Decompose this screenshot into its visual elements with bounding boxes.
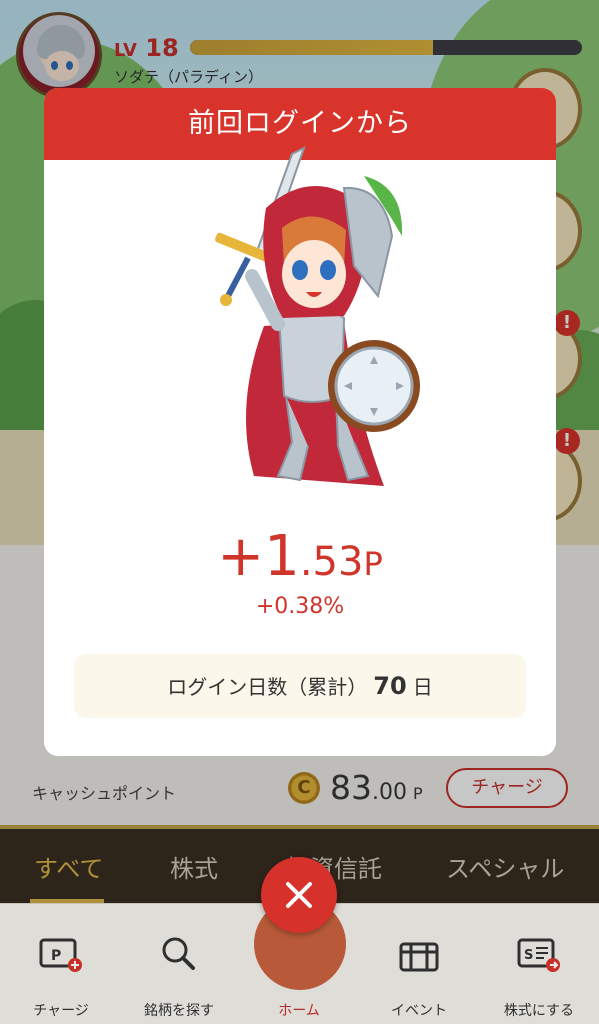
gain-int: +1	[217, 524, 300, 589]
gain-decimal: .53	[299, 539, 364, 585]
close-icon	[286, 882, 312, 908]
close-button[interactable]	[261, 857, 337, 933]
login-days-unit: 日	[412, 675, 433, 699]
gain-percent: +0.38%	[255, 594, 345, 619]
point-gain: +1.53P	[44, 524, 556, 589]
paladin-character-illustration	[215, 146, 420, 486]
login-days-value: 70	[373, 672, 407, 700]
login-bonus-modal: 前回ログインから +1.53P +0.38% ログイン日数（累計） 70 日	[44, 88, 556, 756]
gain-unit: P	[363, 545, 383, 583]
login-days-label: ログイン日数（累計）	[167, 675, 368, 699]
login-days-box: ログイン日数（累計） 70 日	[74, 654, 526, 718]
